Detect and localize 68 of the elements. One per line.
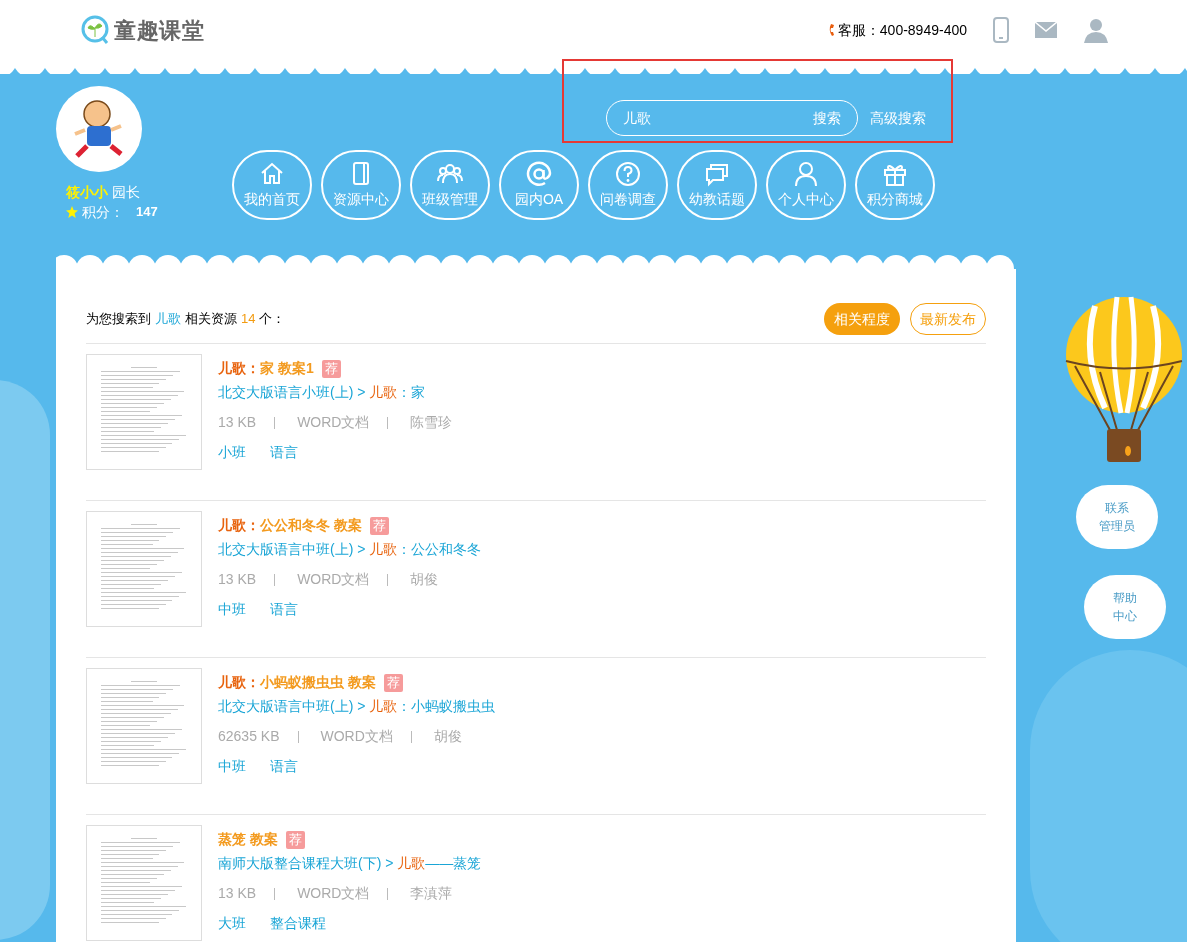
tag-link[interactable]: 整合课程: [270, 913, 326, 934]
user-name: 筱小小: [66, 183, 108, 202]
tag-link[interactable]: 语言: [270, 756, 298, 777]
cloud-button[interactable]: 帮助 中心: [1084, 575, 1166, 639]
result-title[interactable]: 儿歌：公公和冬冬 教案: [218, 515, 362, 536]
file-type: WORD文档: [297, 570, 370, 589]
tag-link[interactable]: 语言: [270, 442, 298, 463]
service-phone: 400-8949-400: [879, 21, 967, 40]
star-icon: [66, 206, 78, 218]
search-keyword: 儿歌: [155, 310, 181, 329]
mobile-icon[interactable]: [993, 17, 1009, 43]
file-size: 13 KB: [218, 884, 257, 903]
service-label: 客服：: [837, 21, 880, 40]
author-name: 胡俊: [410, 570, 439, 589]
advanced-search-link[interactable]: 高级搜索: [870, 108, 926, 128]
tag-link[interactable]: 语言: [270, 599, 298, 620]
category-path-link[interactable]: 北交大版语言中班(上) > 儿歌：公公和冬冬: [218, 539, 482, 560]
chat-icon: [704, 161, 730, 187]
tag-link[interactable]: 中班: [218, 599, 246, 620]
nav-button[interactable]: 问卷调查: [588, 150, 668, 220]
sort-button[interactable]: 相关程度: [824, 303, 900, 335]
summary-text: 相关资源: [185, 310, 237, 329]
tag-link[interactable]: 中班: [218, 756, 246, 777]
at-sign-icon: [526, 161, 552, 187]
nav-button[interactable]: 我的首页: [232, 150, 312, 220]
file-type: WORD文档: [297, 413, 370, 432]
file-type: WORD文档: [297, 884, 370, 903]
author-name: 胡俊: [433, 727, 462, 746]
tag-link[interactable]: 小班: [218, 442, 246, 463]
category-path-link[interactable]: 南师大版整合课程大班(下) > 儿歌——蒸笼: [218, 853, 482, 874]
points-label: 积分：: [82, 203, 124, 222]
author-name: 李滇萍: [410, 884, 453, 903]
recommended-badge: 荐: [383, 673, 403, 692]
nav-button[interactable]: 资源中心: [321, 150, 401, 220]
recommended-badge: 荐: [321, 359, 341, 378]
author-name: 陈雪珍: [410, 413, 453, 432]
nav-button[interactable]: 个人中心: [766, 150, 846, 220]
file-type: WORD文档: [320, 727, 393, 746]
logo-text: 童趣课堂: [114, 16, 205, 45]
nav-button[interactable]: 园内OA: [499, 150, 579, 220]
question-icon: [615, 161, 641, 187]
summary-text: 为您搜索到: [86, 310, 151, 329]
summary-text: 个：: [259, 310, 286, 329]
logo-icon: [80, 15, 110, 45]
file-size: 13 KB: [218, 413, 257, 432]
cloud-button[interactable]: 联系 管理员: [1076, 485, 1158, 549]
category-path-link[interactable]: 北交大版语言中班(上) > 儿歌：小蚂蚁搬虫虫: [218, 696, 496, 717]
tag-link[interactable]: 大班: [218, 913, 246, 934]
result-title[interactable]: 儿歌：家 教案1: [218, 358, 314, 379]
points-value: 147: [136, 203, 158, 222]
person-icon: [793, 161, 819, 187]
recommended-badge: 荐: [285, 830, 305, 849]
result-title[interactable]: 儿歌：小蚂蚁搬虫虫 教案: [218, 672, 376, 693]
recommended-badge: 荐: [369, 516, 389, 535]
nav-button[interactable]: 积分商城: [855, 150, 935, 220]
file-size: 13 KB: [218, 570, 257, 589]
file-size: 62635 KB: [218, 727, 280, 746]
nav-button[interactable]: 班级管理: [410, 150, 490, 220]
user-icon[interactable]: [1083, 17, 1109, 43]
result-count: 14: [241, 310, 256, 329]
category-path-link[interactable]: 北交大版语言小班(上) > 儿歌：家: [218, 382, 453, 403]
mail-icon[interactable]: [1035, 22, 1057, 38]
sort-button[interactable]: 最新发布: [910, 303, 986, 335]
home-icon: [259, 161, 285, 187]
search-button[interactable]: 搜索: [813, 108, 841, 128]
result-title[interactable]: 蒸笼 教案: [218, 829, 278, 850]
nav-button[interactable]: 幼教话题: [677, 150, 757, 220]
user-role: 园长: [112, 183, 140, 202]
